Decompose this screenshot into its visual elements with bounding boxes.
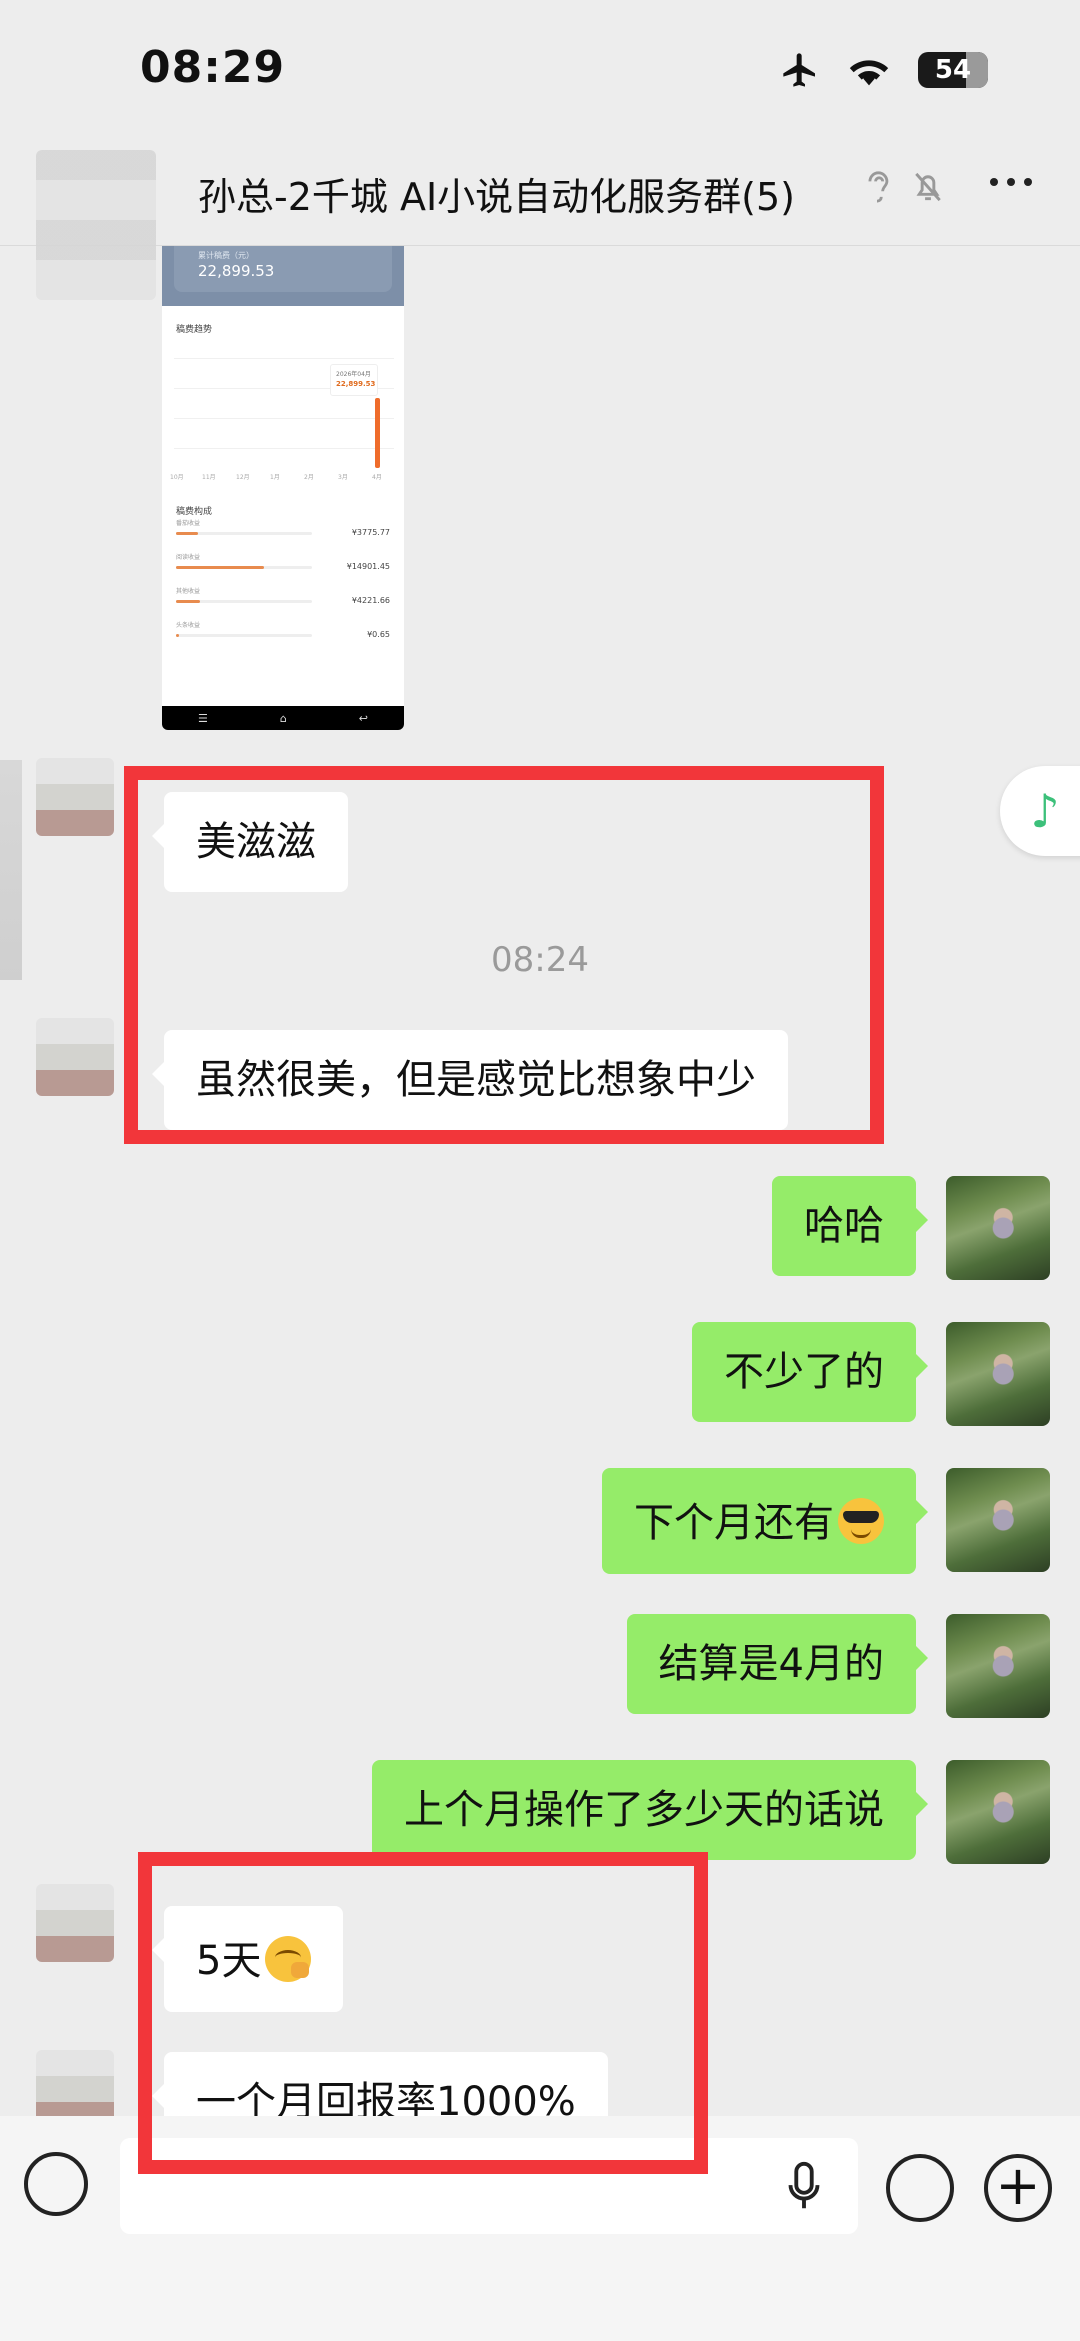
status-icons: 54 [780,50,988,90]
breakdown-bar-fill [176,634,179,637]
message-text: 下个月还有 [634,1500,834,1546]
x-label: 1月 [270,474,280,481]
more-icon[interactable] [990,178,1032,186]
breakdown-amount: ¥4221.66 [351,596,390,605]
breakdown-bar [176,600,312,603]
voice-icon[interactable] [24,2152,88,2216]
message-bubble[interactable]: 不少了的 [692,1322,928,1422]
back-icon[interactable] [36,150,156,300]
avatar[interactable] [36,1018,114,1096]
breakdown-amount: ¥3775.77 [351,528,390,537]
breakdown-label: 头条收益 [176,622,201,629]
x-label: 3月 [338,474,348,481]
breakdown-label: 其他收益 [176,588,201,595]
breakdown-amount: ¥14901.45 [346,562,390,571]
tooltip-value: 22,899.53 [336,380,376,388]
highlight-box [138,1852,708,2174]
breakdown-bar-fill [176,600,200,603]
breakdown-bar-fill [176,566,264,569]
breakdown-title: 稿费构成 [176,507,213,517]
avatar[interactable] [946,1176,1050,1280]
avatar[interactable] [36,1884,114,1962]
avatar[interactable] [946,1614,1050,1718]
music-note-icon[interactable]: ♪ [1000,766,1080,856]
total-label: 累计稿费（元） [198,251,254,260]
x-label: 12月 [236,474,250,481]
highlight-box [124,766,884,1144]
wifi-icon [849,60,889,86]
plus-icon[interactable]: + [984,2154,1052,2222]
emoji-icon[interactable] [886,2154,954,2222]
status-time: 08:29 [140,42,286,93]
trend-bar [375,398,380,468]
mute-bell-icon [915,172,941,202]
breakdown-bar-fill [176,532,198,535]
breakdown-bar [176,532,312,535]
battery-indicator: 54 [918,52,988,88]
breakdown-bar [176,566,312,569]
message-bubble[interactable]: 下个月还有 [602,1468,928,1574]
ear-icon [868,171,889,203]
tooltip-date: 2026年04月 [336,371,371,378]
breakdown-label: 番茄收益 [176,520,201,527]
avatar[interactable] [946,1468,1050,1572]
avatar[interactable] [36,758,114,836]
trend-title: 稿费趋势 [176,325,213,335]
avatar[interactable] [946,1322,1050,1426]
message-bubble[interactable]: 结算是4月的 [626,1614,929,1714]
mic-icon[interactable] [784,2160,824,2214]
title-status-icons [860,168,946,206]
breakdown-bar [176,634,312,637]
breakdown-label: 阅读收益 [176,554,201,561]
x-label: 2月 [304,474,314,481]
battery-level: 54 [934,55,972,85]
message-bubble[interactable]: 上个月操作了多少天的话说 [372,1760,928,1860]
x-label: 4月 [372,474,382,481]
chat-title: 孙总-2千城 AI小说自动化服务群(5) [198,175,795,219]
breakdown-amount: ¥0.65 [367,630,390,639]
sunglasses-emoji-icon [838,1498,884,1544]
airplane-icon [783,53,815,87]
total-value: 22,899.53 [198,262,275,280]
trend-tooltip: 2026年04月 22,899.53 [330,364,378,396]
x-label: 11月 [202,474,216,481]
avatar[interactable] [946,1760,1050,1864]
embedded-nav-bar: ☰ ⌂ ↩ [162,706,404,730]
x-label: 10月 [170,474,184,481]
shared-image[interactable]: 累计稿费（元） 22,899.53 稿费趋势 2026年04月 22,899.5… [162,246,404,730]
message-bubble[interactable]: 哈哈 [772,1176,928,1276]
